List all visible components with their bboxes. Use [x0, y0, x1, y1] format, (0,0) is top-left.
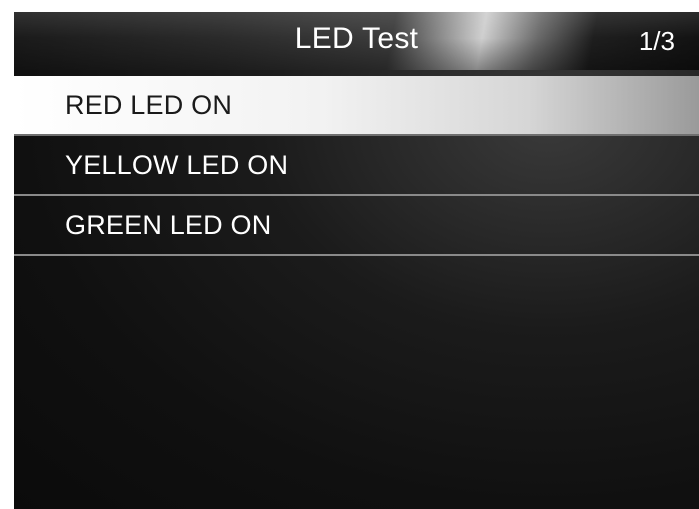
- device-screen: LED Test 1/3 RED LED ON YELLOW LED ON GR…: [14, 12, 699, 509]
- screen-title: LED Test: [294, 22, 419, 55]
- page-indicator: 1/3: [638, 26, 675, 56]
- menu-item-green-led-on[interactable]: GREEN LED ON: [14, 196, 699, 256]
- menu-item-label: GREEN LED ON: [65, 210, 272, 240]
- title-bar: LED Test 1/3: [14, 12, 699, 70]
- menu-item-yellow-led-on[interactable]: YELLOW LED ON: [14, 136, 699, 196]
- menu-item-label: RED LED ON: [65, 90, 233, 120]
- led-test-menu: RED LED ON YELLOW LED ON GREEN LED ON: [14, 76, 699, 256]
- menu-item-red-led-on[interactable]: RED LED ON: [14, 76, 699, 136]
- menu-item-label: YELLOW LED ON: [65, 150, 289, 180]
